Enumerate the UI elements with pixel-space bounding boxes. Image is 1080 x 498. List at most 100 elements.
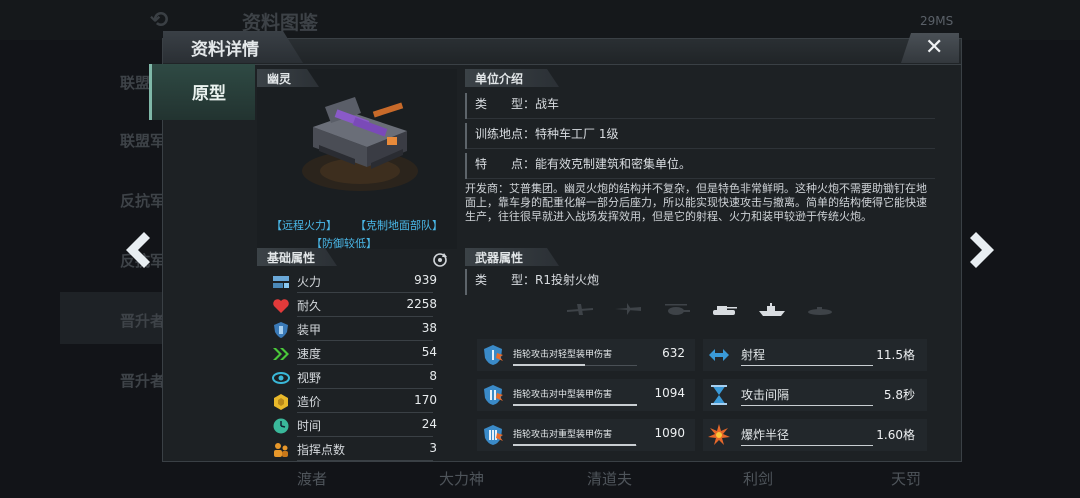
next-unit-arrow[interactable] [966, 228, 1000, 272]
damage-value: 1094 [654, 386, 685, 400]
weapon-prop-row: 攻击间隔 5.8秒 [703, 379, 927, 411]
divider [297, 436, 433, 437]
command-icon [274, 443, 288, 457]
weapon-prop-label: 射程 [741, 348, 766, 362]
divider [467, 148, 935, 149]
bottom-tab[interactable]: 天罚 [891, 468, 921, 489]
unit-feature-row: 特 点：能有效克制建筑和密集单位。 [465, 153, 935, 179]
sidebar-item[interactable]: 联盟军 [120, 130, 165, 151]
damage-value: 1090 [654, 426, 685, 440]
stat-label: 耐久 [297, 299, 322, 313]
unit-name: 幽灵 [257, 69, 319, 87]
divider [297, 316, 433, 317]
bottom-tab[interactable]: 清道夫 [587, 468, 632, 489]
bottom-tab[interactable]: 大力神 [439, 468, 484, 489]
armor-damage-icon [484, 345, 503, 365]
stat-label: 装甲 [297, 323, 322, 337]
divider [297, 460, 433, 461]
close-button[interactable]: ✕ [901, 33, 959, 63]
stat-value: 54 [421, 345, 437, 359]
stat-label: 指挥点数 [297, 443, 346, 457]
weapon-type: 类 型：R1投射火炮 [475, 273, 599, 287]
unit-detail-modal: 资料详情 ✕ 原型 幽灵 【远程火力】 【克制地面部队】 【防御较低】 基础属性 [149, 31, 962, 462]
ship-icon [759, 303, 785, 316]
weapon-prop-value: 11.5格 [876, 348, 915, 362]
unit-tag: 【克制地面部队】 [355, 219, 443, 232]
weapon-prop-line [741, 445, 873, 446]
weapon-prop-value: 1.60格 [876, 428, 915, 442]
stat-row: 指挥点数 3 [271, 439, 451, 461]
stat-row: 速度 54 [271, 343, 451, 365]
range-icon [709, 349, 729, 361]
stat-label: 火力 [297, 275, 322, 289]
stat-value: 8 [429, 369, 437, 383]
armor-damage-row: 指轮攻击对中型装甲伤害 1094 [477, 379, 695, 411]
stat-value: 3 [429, 441, 437, 455]
divider [297, 364, 433, 365]
weapon-heading: 武器属性 [465, 248, 559, 266]
unit-location: 训练地点：特种车工厂 1级 [475, 127, 619, 141]
tank-icon [713, 306, 737, 315]
unit-type: 类 型：战车 [475, 97, 560, 111]
tab-prototype[interactable]: 原型 [149, 64, 255, 120]
weapon-prop-row: 射程 11.5格 [703, 339, 927, 371]
armor-damage-icon [484, 425, 503, 445]
stat-value: 2258 [406, 297, 437, 311]
weapon-prop-value: 5.8秒 [883, 388, 915, 402]
sidebar-item[interactable]: 晋升者 [120, 310, 165, 331]
divider [297, 292, 433, 293]
cost-icon [274, 394, 288, 410]
weapon-prop-line [741, 405, 873, 406]
bottom-tab[interactable]: 渡者 [297, 468, 327, 489]
sidebar-item[interactable]: 晋升者 [120, 370, 165, 391]
close-icon: ✕ [925, 35, 944, 60]
armor-damage-row: 指轮攻击对重型装甲伤害 1090 [477, 419, 695, 451]
stat-value: 939 [414, 273, 437, 287]
divider [297, 340, 433, 341]
aircraft-icon [567, 304, 593, 315]
stat-row: 视野 8 [271, 367, 451, 389]
page-title: 资料图鉴 [242, 12, 319, 34]
damage-label: 指轮攻击对重型装甲伤害 [513, 430, 613, 440]
hourglass-icon [711, 385, 727, 405]
unit-type-row: 类 型：战车 [465, 93, 935, 119]
weapon-prop-label: 攻击间隔 [741, 388, 790, 402]
weapon-prop-line [741, 365, 873, 366]
armor-damage-row: 指轮攻击对轻型装甲伤害 632 [477, 339, 695, 371]
sidebar-item[interactable]: 反抗军 [120, 190, 165, 211]
weapon-prop-row: 爆炸半径 1.60格 [703, 419, 927, 451]
unit-card: 幽灵 【远程火力】 【克制地面部队】 【防御较低】 [257, 69, 457, 250]
weapon-prop-label: 爆炸半径 [741, 428, 790, 442]
unit-tag: 【远程火力】 [271, 219, 337, 232]
bottom-tab[interactable]: 利剑 [743, 468, 773, 489]
damage-bar [513, 364, 585, 366]
chevron-right-icon [970, 232, 994, 268]
unit-description: 开发商：艾普集团。幽灵火炮的结构并不复杂，但是特色非常鲜明。这种火炮不需要助锄钉… [465, 182, 927, 223]
app-logo: ⟲ [150, 8, 169, 33]
clock-icon [273, 418, 289, 434]
unit-location-row: 训练地点：特种车工厂 1级 [465, 123, 935, 149]
unit-intro-heading: 单位介绍 [465, 69, 559, 87]
eye-icon [272, 372, 290, 384]
stat-row: 造价 170 [271, 391, 451, 413]
firepower-icon [273, 276, 289, 288]
stat-value: 170 [414, 393, 437, 407]
stat-row: 装甲 38 [271, 319, 451, 341]
stat-value: 24 [421, 417, 437, 431]
helicopter-icon [665, 304, 690, 315]
shield-icon [274, 322, 288, 338]
stat-row: 耐久 2258 [271, 295, 451, 317]
latency-status: 29MS [920, 14, 954, 28]
sidebar-item[interactable]: 联盟 [120, 72, 150, 93]
stat-label: 造价 [297, 395, 322, 409]
damage-label: 指轮攻击对中型装甲伤害 [513, 390, 613, 400]
heart-icon [273, 299, 289, 313]
submarine-icon [808, 307, 832, 315]
modal-title: 资料详情 [163, 31, 303, 63]
damage-value: 632 [662, 346, 685, 360]
divider [467, 118, 935, 119]
chevron-left-icon [126, 232, 150, 268]
damage-bar [513, 444, 636, 446]
damage-bar [513, 404, 637, 406]
prev-unit-arrow[interactable] [120, 228, 154, 272]
